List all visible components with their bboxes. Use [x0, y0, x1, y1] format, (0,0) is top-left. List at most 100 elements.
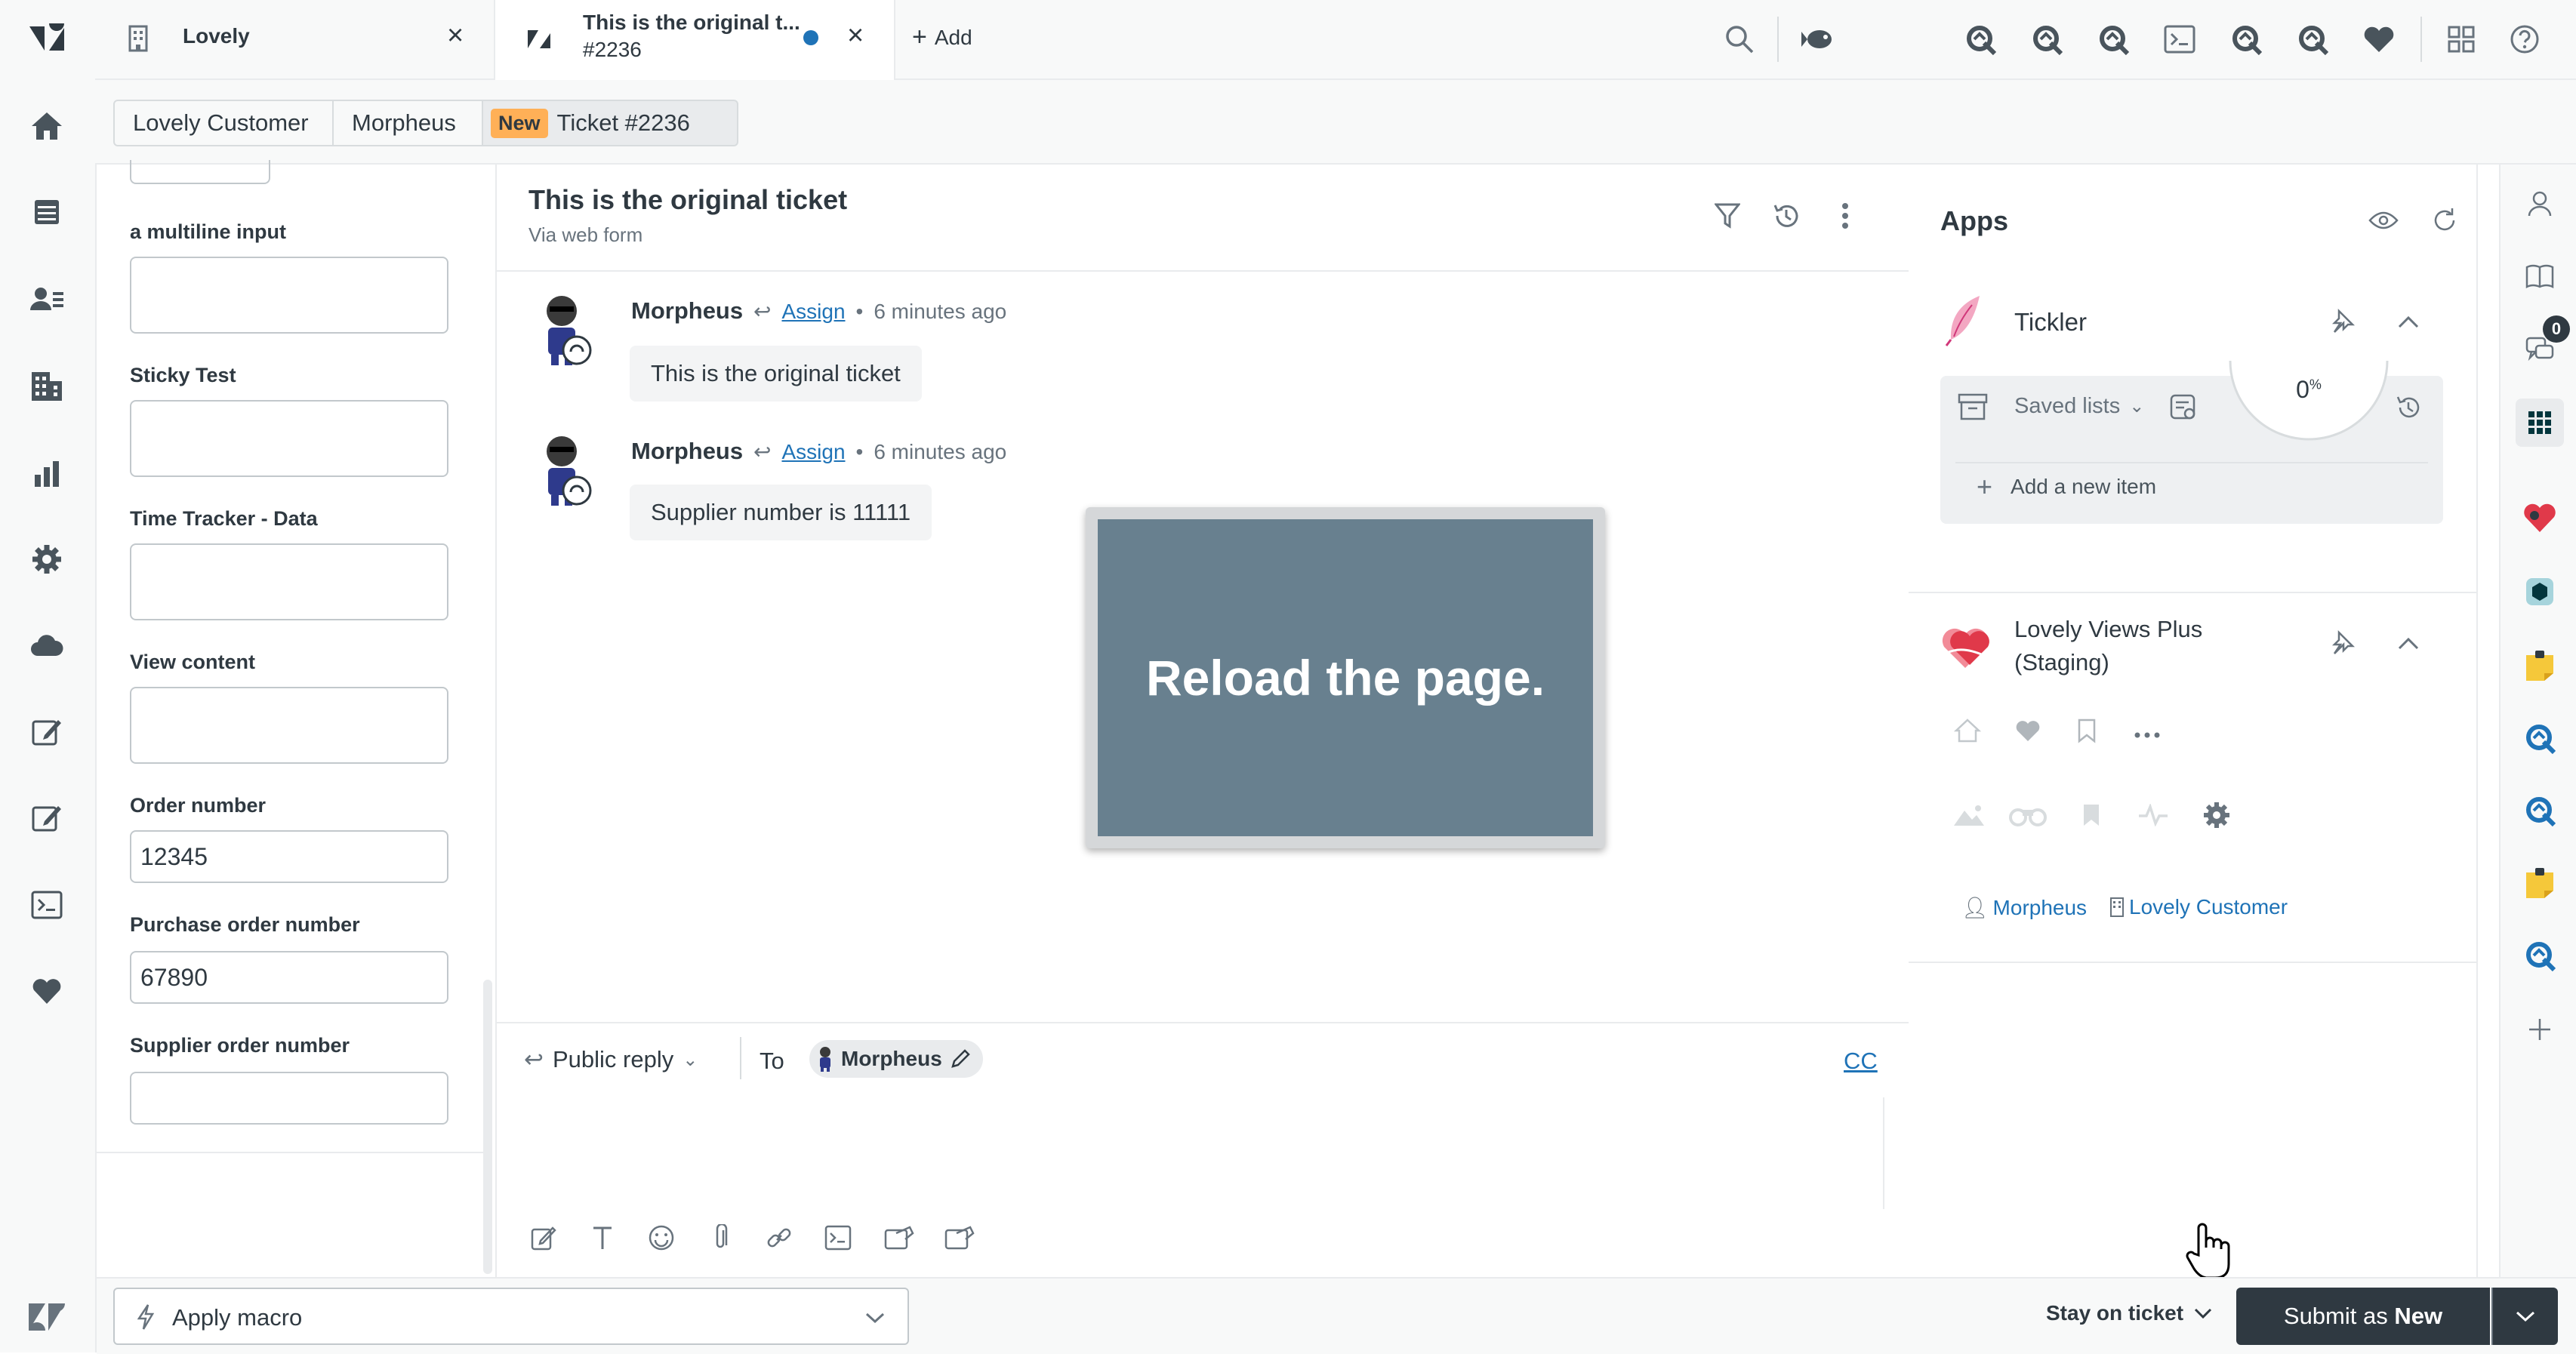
tab-lovely[interactable]: Lovely × — [95, 0, 495, 78]
pin-icon[interactable] — [2325, 626, 2359, 660]
settings-gear-icon[interactable] — [2200, 799, 2233, 832]
author-avatar[interactable] — [539, 432, 592, 507]
eye-icon[interactable] — [2366, 204, 2401, 237]
app-tool-icon-2[interactable] — [942, 1223, 975, 1253]
history-icon[interactable] — [1770, 199, 1803, 232]
purchase-order-number-field[interactable]: 67890 — [130, 951, 448, 1004]
multiline-input-field[interactable] — [130, 257, 448, 334]
home-icon[interactable] — [1951, 714, 1984, 747]
refresh-icon[interactable] — [2428, 204, 2461, 237]
sticky-note-app-icon[interactable] — [2522, 648, 2558, 684]
user-profile-icon[interactable] — [2523, 187, 2556, 220]
bookmark-filled-icon[interactable] — [2075, 799, 2108, 832]
editor-scrollbar[interactable] — [1883, 1097, 1900, 1209]
sticky-note-app-icon-2[interactable] — [2522, 865, 2558, 901]
breadcrumb-ticket[interactable]: New Ticket #2236 — [482, 100, 738, 146]
link-icon[interactable] — [764, 1223, 794, 1253]
heart-icon[interactable] — [2011, 714, 2044, 747]
scrollbar[interactable] — [483, 980, 492, 1274]
bookmark-icon[interactable] — [2070, 714, 2103, 747]
sticky-test-field[interactable] — [130, 400, 448, 477]
app-q-icon-2[interactable] — [2028, 21, 2066, 57]
add-app-plus-icon[interactable] — [2523, 1013, 2556, 1046]
terminal-icon[interactable] — [823, 1223, 853, 1253]
archive-box-icon[interactable] — [1955, 389, 1990, 424]
terminal-app-icon[interactable] — [25, 883, 69, 927]
zendesk-product-logo-icon[interactable] — [25, 1295, 69, 1339]
app-fish-icon[interactable] — [1800, 21, 1838, 57]
submit-options-button[interactable] — [2491, 1288, 2558, 1345]
app-q-rail-icon-1[interactable] — [2522, 720, 2558, 756]
order-number-field[interactable]: 12345 — [130, 830, 448, 883]
search-icon[interactable] — [1721, 21, 1758, 57]
tab-close-button[interactable]: × — [847, 20, 864, 52]
reply-type-dropdown[interactable]: ↩ Public reply ⌄ — [524, 1046, 698, 1073]
terminal-icon[interactable] — [2161, 21, 2199, 57]
field-dropdown-partial[interactable] — [130, 160, 270, 184]
chevron-up-icon[interactable] — [2392, 305, 2425, 338]
edit-app-icon[interactable] — [25, 709, 69, 753]
cube-app-rail-icon[interactable] — [2522, 574, 2558, 610]
more-horizontal-icon[interactable] — [2131, 719, 2164, 752]
submit-button[interactable]: Submit as New — [2236, 1288, 2490, 1345]
supplier-order-number-field[interactable] — [130, 1072, 448, 1125]
add-new-item-button[interactable]: + Add a new item — [1977, 471, 2156, 503]
home-icon[interactable] — [25, 104, 69, 148]
compose-icon[interactable] — [528, 1223, 559, 1253]
help-icon[interactable] — [2507, 21, 2543, 57]
history-icon[interactable] — [2392, 391, 2425, 424]
cc-link[interactable]: CC — [1844, 1048, 1878, 1075]
filter-icon[interactable] — [1711, 199, 1744, 232]
add-tab-button[interactable]: + Add — [912, 23, 972, 52]
reload-page-overlay[interactable]: Reload the page. — [1086, 507, 1605, 848]
binoculars-icon[interactable] — [2008, 799, 2048, 832]
organizations-icon[interactable] — [25, 364, 69, 408]
apps-grid-icon[interactable] — [2516, 399, 2564, 447]
zendesk-logo-icon[interactable] — [25, 15, 69, 59]
app-q-icon-4[interactable] — [2227, 21, 2265, 57]
assign-link[interactable]: Assign — [781, 440, 845, 464]
reporting-icon[interactable] — [25, 451, 69, 495]
app-q-icon-5[interactable] — [2294, 21, 2331, 57]
stay-on-ticket-dropdown[interactable]: Stay on ticket — [2046, 1301, 2212, 1325]
reload-message[interactable]: Reload the page. — [1098, 519, 1593, 836]
attachment-icon[interactable] — [705, 1223, 735, 1253]
checklist-settings-icon[interactable] — [2167, 391, 2200, 424]
more-options-icon[interactable] — [1830, 199, 1860, 232]
recipient-tag[interactable]: Morpheus — [809, 1040, 983, 1078]
views-icon[interactable] — [25, 190, 69, 234]
customers-icon[interactable] — [25, 278, 69, 322]
reply-editor[interactable] — [498, 1097, 1886, 1211]
app-q-rail-icon-2[interactable] — [2522, 792, 2558, 829]
app-q-rail-icon-3[interactable] — [2522, 937, 2558, 974]
organization-link[interactable]: Lovely Customer — [2109, 895, 2288, 919]
app-tool-icon-1[interactable] — [882, 1223, 915, 1253]
view-content-field[interactable] — [130, 687, 448, 764]
landscape-icon[interactable] — [1951, 799, 1987, 832]
user-link[interactable]: 👤︎ Morpheus — [1961, 895, 2087, 920]
apply-macro-dropdown[interactable]: Apply macro — [113, 1288, 909, 1345]
product-tray-icon[interactable] — [2443, 21, 2479, 57]
user-avatar[interactable] — [2571, 12, 2576, 65]
activity-icon[interactable] — [2137, 799, 2170, 832]
lovely-app-rail-icon[interactable] — [2522, 500, 2558, 536]
app-q-icon-3[interactable] — [2094, 21, 2132, 57]
lovely-views-heart-icon[interactable] — [2360, 21, 2398, 57]
pin-icon[interactable] — [2325, 305, 2359, 338]
author-avatar[interactable] — [539, 291, 592, 367]
knowledge-book-icon[interactable] — [2523, 260, 2556, 293]
tab-ticket-2236[interactable]: This is the original t... #2236 × — [495, 0, 895, 80]
assign-link[interactable]: Assign — [781, 300, 845, 324]
time-tracker-data-field[interactable] — [130, 543, 448, 620]
message-author[interactable]: Morpheus — [631, 438, 743, 465]
saved-lists-dropdown[interactable]: Saved lists ⌄ — [2014, 394, 2144, 419]
breadcrumb-organization[interactable]: Lovely Customer — [113, 100, 334, 146]
admin-gear-icon[interactable] — [25, 537, 69, 581]
pencil-icon[interactable] — [950, 1048, 971, 1069]
edit-app-2-icon[interactable] — [25, 795, 69, 839]
lovely-views-nav-icon[interactable] — [25, 969, 69, 1013]
chevron-up-icon[interactable] — [2392, 626, 2425, 660]
text-format-icon[interactable] — [587, 1223, 618, 1253]
message-author[interactable]: Morpheus — [631, 297, 743, 325]
emoji-icon[interactable] — [646, 1223, 676, 1253]
